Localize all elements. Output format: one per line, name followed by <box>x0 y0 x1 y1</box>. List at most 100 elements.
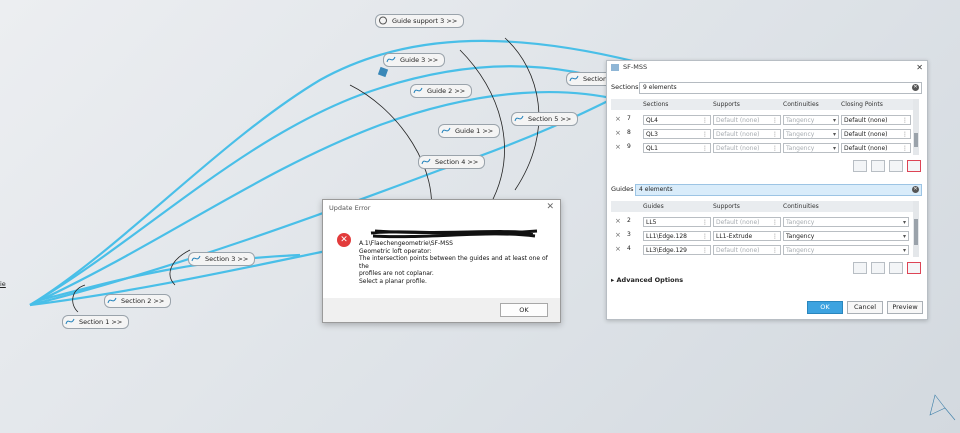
more-icon[interactable]: ⋮ <box>902 144 908 154</box>
continuity-select[interactable]: Tangency ▾ <box>783 217 909 227</box>
table-row[interactable]: × 3 LL1\Edge.128 ⋮ LL1-Extrude ⋮ Tangency ▾ <box>611 229 915 243</box>
curve-icon <box>191 255 201 262</box>
continuity-select[interactable]: Tangency ▾ <box>783 143 839 153</box>
section-name-field[interactable]: QL3 ⋮ <box>643 129 711 139</box>
support-field[interactable]: Default (none) ⋮ <box>713 245 781 255</box>
cell-text: Default (none) <box>844 145 888 152</box>
guides-label: Guides <box>611 185 634 193</box>
continuity-select[interactable]: Tangency ▾ <box>783 245 909 255</box>
clear-icon[interactable]: ✕ <box>912 84 919 91</box>
cancel-button[interactable]: Cancel <box>847 301 883 314</box>
tag-guide-3[interactable]: Guide 3 >> <box>383 53 446 67</box>
tag-label: Section 5 >> <box>528 115 572 123</box>
more-icon[interactable]: ⋮ <box>772 116 778 126</box>
replace-row-icon[interactable] <box>889 262 903 274</box>
guide-name-field[interactable]: LL1\Edge.128 ⋮ <box>643 231 711 241</box>
tag-label: Section 1 >> <box>79 318 123 326</box>
table-row[interactable]: × 9 QL1 ⋮ Default (none) ⋮ Tangency ▾ Defau… <box>611 141 915 155</box>
more-icon[interactable]: ⋮ <box>702 232 708 242</box>
curve-icon <box>65 318 75 325</box>
dialog-title: Update Error <box>329 204 371 212</box>
add-row-icon[interactable] <box>853 160 867 172</box>
curve-icon <box>107 297 117 304</box>
remove-icon[interactable]: × <box>615 245 621 253</box>
clear-icon[interactable]: ✕ <box>912 186 919 193</box>
close-icon[interactable]: ✕ <box>916 61 923 74</box>
more-icon[interactable]: ⋮ <box>772 144 778 154</box>
more-icon[interactable]: ⋮ <box>772 218 778 228</box>
continuity-select[interactable]: Tangency ▾ <box>783 115 839 125</box>
closing-point-field[interactable]: Default (none) ⋮ <box>841 115 911 125</box>
tag-guide-1[interactable]: Guide 1 >> <box>438 124 501 138</box>
more-icon[interactable]: ⋮ <box>772 130 778 140</box>
closing-point-field[interactable]: Default (none) ⋮ <box>841 143 911 153</box>
tag-label: Section <box>583 75 608 83</box>
insert-row-icon[interactable] <box>871 160 885 172</box>
tag-guide-support-3[interactable]: Guide support 3 >> <box>375 14 465 28</box>
more-icon[interactable]: ⋮ <box>772 246 778 256</box>
more-icon[interactable]: ⋮ <box>772 232 778 242</box>
tag-section-2[interactable]: Section 2 >> <box>104 294 172 308</box>
tag-label: Guide 3 >> <box>400 56 439 64</box>
cell-text: Tangency <box>786 145 815 152</box>
remove-icon[interactable]: × <box>615 115 621 123</box>
close-icon[interactable]: ✕ <box>546 202 554 212</box>
support-field[interactable]: Default (none) ⋮ <box>713 115 781 125</box>
row-index: 2 <box>627 217 631 224</box>
more-icon[interactable]: ⋮ <box>702 246 708 256</box>
cell-text: LL1\Edge.128 <box>646 233 687 240</box>
ok-button[interactable]: OK <box>807 301 843 314</box>
col-header: Continuities <box>783 203 819 210</box>
sections-field[interactable]: 9 elements ✕ <box>639 82 922 94</box>
support-field[interactable]: Default (none) ⋮ <box>713 129 781 139</box>
more-icon[interactable]: ⋮ <box>702 218 708 228</box>
table-row[interactable]: × 8 QL3 ⋮ Default (none) ⋮ Tangency ▾ Defau… <box>611 127 915 141</box>
remove-icon[interactable]: × <box>615 231 621 239</box>
continuity-select[interactable]: Tangency ▾ <box>783 129 839 139</box>
row-index: 4 <box>627 245 631 252</box>
remove-icon[interactable]: × <box>615 129 621 137</box>
more-icon[interactable]: ⋮ <box>702 116 708 126</box>
support-field[interactable]: Default (none) ⋮ <box>713 143 781 153</box>
closing-point-field[interactable]: Default (none) ⋮ <box>841 129 911 139</box>
tag-section-3[interactable]: Section 3 >> <box>188 252 256 266</box>
redaction-scribble <box>370 229 538 239</box>
table-row[interactable]: × 2 LL5 ⋮ Default (none) ⋮ Tangency ▾ <box>611 215 915 229</box>
replace-row-icon[interactable] <box>889 160 903 172</box>
more-icon[interactable]: ⋮ <box>902 130 908 140</box>
section-name-field[interactable]: QL4 ⋮ <box>643 115 711 125</box>
advanced-options-toggle[interactable]: ▸ Advanced Options <box>611 276 683 284</box>
more-icon[interactable]: ⋮ <box>702 144 708 154</box>
sections-scrollbar[interactable] <box>913 99 919 155</box>
guides-scrollbar[interactable] <box>913 201 919 257</box>
table-row[interactable]: × 7 QL4 ⋮ Default (none) ⋮ Tangency ▾ Defau… <box>611 113 915 127</box>
more-icon[interactable]: ⋮ <box>702 130 708 140</box>
tag-label: Guide 2 >> <box>427 87 466 95</box>
guides-field[interactable]: 4 elements ✕ <box>635 184 922 196</box>
support-field[interactable]: LL1-Extrude ⋮ <box>713 231 781 241</box>
ok-button[interactable]: OK <box>500 303 548 317</box>
delete-row-icon[interactable] <box>907 262 921 274</box>
insert-row-icon[interactable] <box>871 262 885 274</box>
remove-icon[interactable]: × <box>615 143 621 151</box>
more-icon[interactable]: ⋮ <box>902 116 908 126</box>
chevron-down-icon: ▾ <box>902 219 906 226</box>
remove-icon[interactable]: × <box>615 217 621 225</box>
guide-name-field[interactable]: LL5 ⋮ <box>643 217 711 227</box>
col-header: Sections <box>643 101 669 108</box>
table-row[interactable]: × 4 LL3\Edge.129 ⋮ Default (none) ⋮ Tangen… <box>611 243 915 257</box>
delete-row-icon[interactable] <box>907 160 921 172</box>
support-field[interactable]: Default (none) ⋮ <box>713 217 781 227</box>
tag-section-4[interactable]: Section 4 >> <box>418 155 486 169</box>
curve-icon <box>421 158 431 165</box>
col-header: Guides <box>643 203 664 210</box>
edge-label: ie <box>0 280 6 288</box>
add-row-icon[interactable] <box>853 262 867 274</box>
tag-section-5[interactable]: Section 5 >> <box>511 112 579 126</box>
tag-section-1[interactable]: Section 1 >> <box>62 315 130 329</box>
preview-button[interactable]: Preview <box>887 301 923 314</box>
continuity-select[interactable]: Tangency ▾ <box>783 231 909 241</box>
tag-guide-2[interactable]: Guide 2 >> <box>410 84 473 98</box>
section-name-field[interactable]: QL1 ⋮ <box>643 143 711 153</box>
guide-name-field[interactable]: LL3\Edge.129 ⋮ <box>643 245 711 255</box>
